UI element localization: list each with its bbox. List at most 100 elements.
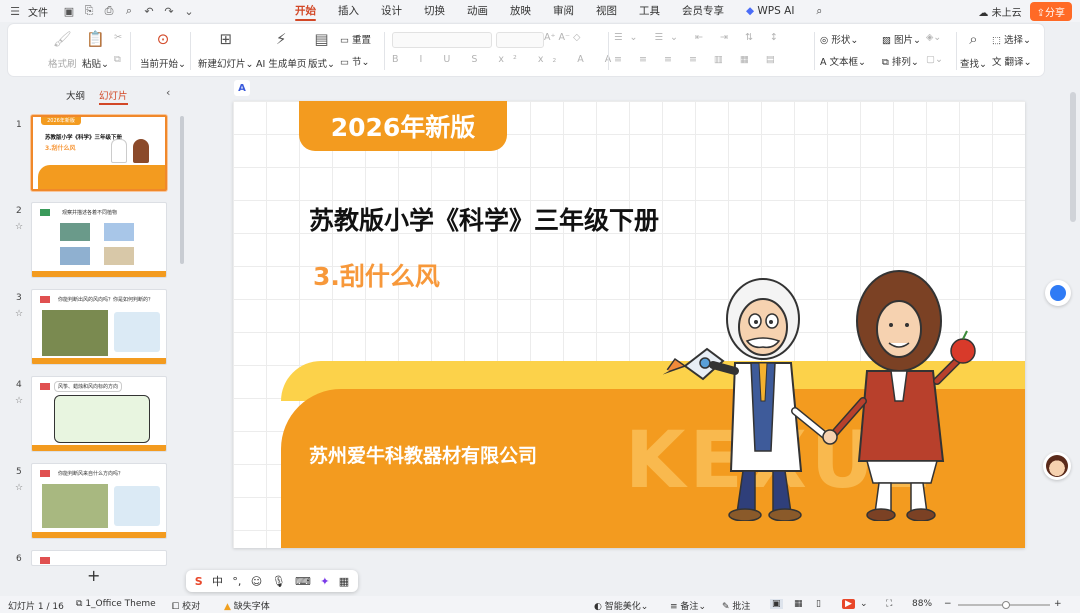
scientist-newton — [829, 270, 976, 521]
tab-member[interactable]: 会员专享 — [671, 0, 735, 22]
menu-icon[interactable]: ☰ — [8, 4, 22, 18]
ai-page-button[interactable]: ⚡ AI 生成单页 — [256, 28, 306, 70]
star-icon[interactable]: ☆ — [15, 309, 23, 319]
tab-review[interactable]: 审阅 — [542, 0, 585, 22]
missing-font-button[interactable]: ▲ 缺失字体 — [224, 599, 270, 612]
tab-wps-ai[interactable]: ◆ WPS AI — [735, 0, 805, 22]
tab-animation[interactable]: 动画 — [456, 0, 499, 22]
from-current-button[interactable]: ⊙ 当前开始⌄ — [140, 28, 186, 70]
search-icon[interactable]: ⌕ — [805, 0, 833, 22]
microphone-icon[interactable]: 🎙 — [272, 575, 286, 588]
normal-view-icon[interactable]: ▣ — [770, 599, 783, 609]
slide-title[interactable]: 苏教版小学《科学》三年级下册 — [309, 201, 659, 237]
star-icon[interactable]: ☆ — [15, 222, 23, 232]
slide-thumbnail-1[interactable]: 2026年新版 苏教版小学《科学》三年级下册 3.刮什么风 — [31, 115, 167, 191]
smart-beautify-button[interactable]: ◐ 智能美化⌄ — [594, 599, 648, 612]
sogou-icon[interactable]: S — [195, 575, 203, 588]
undo-icon[interactable]: ↶ — [142, 4, 156, 18]
cloud-status[interactable]: ☁ 未上云 — [978, 4, 1021, 19]
assistant-button[interactable] — [1045, 280, 1071, 306]
slide-thumbnail-5[interactable]: 你能判断风来自什么方向吗？ — [31, 463, 167, 539]
chevron-down-icon[interactable]: ⌄ — [182, 4, 196, 18]
shape-button[interactable]: ◎ 形状⌄ — [820, 32, 858, 46]
comment-button[interactable]: ✎ 批注 — [722, 599, 750, 612]
share-button[interactable]: ⇪分享 — [1029, 2, 1072, 21]
find-button[interactable]: ⌕ 查找⌄ — [960, 28, 987, 70]
layout-button[interactable]: ▤ 版式⌄ — [308, 28, 335, 70]
section-button[interactable]: ▭ 节⌄ — [340, 54, 370, 68]
paste-button[interactable]: 📋 粘贴⌄ — [82, 28, 109, 70]
select-button[interactable]: ⬚ 选择⌄ — [992, 32, 1031, 46]
outline-icon[interactable]: ▢⌄ — [926, 54, 943, 65]
notes-button[interactable]: ≡ 备注⌄ — [670, 599, 706, 612]
skin-icon[interactable]: ✦ — [320, 575, 329, 588]
grow-font-icon[interactable]: A⁺ A⁻ ◇ — [544, 32, 580, 43]
ime-mode-button[interactable]: 中 — [212, 573, 223, 589]
tab-home[interactable]: 开始 — [284, 0, 327, 22]
proofread-button[interactable]: ⧠ 校对 — [172, 599, 200, 612]
arrange-button[interactable]: ⧉ 排列⌄ — [882, 54, 919, 68]
wps-ai-icon[interactable]: A — [234, 80, 250, 96]
list-icons[interactable]: ☰⌄ ☰⌄ ⇤ ⇥ ⇅ ↕ — [614, 32, 785, 43]
vertical-scrollbar[interactable] — [1070, 92, 1076, 222]
picture-button[interactable]: ▨ 图片⌄ — [882, 32, 921, 46]
tab-transition[interactable]: 切换 — [413, 0, 456, 22]
zoom-level[interactable]: 88% — [912, 599, 932, 609]
translate-button[interactable]: 文 翻译⌄ — [992, 54, 1032, 68]
keyboard-icon[interactable]: ⌨ — [295, 575, 311, 588]
tab-slides[interactable]: 幻灯片 — [99, 88, 128, 105]
new-slide-button[interactable]: ⊞ 新建幻灯片⌄ — [198, 28, 253, 70]
slide-thumbnail-2[interactable]: 观察并描述各着不同植物 — [31, 202, 167, 278]
font-size-select[interactable] — [496, 32, 544, 48]
fill-icon[interactable]: ◈⌄ — [926, 32, 941, 43]
zoom-in-icon[interactable]: + — [1054, 599, 1062, 609]
reading-view-icon[interactable]: ▯ — [816, 599, 821, 609]
panel-scrollbar[interactable] — [180, 116, 184, 264]
shape-label: 形状 — [831, 35, 851, 46]
tab-insert[interactable]: 插入 — [327, 0, 370, 22]
theme-name[interactable]: ⧉ 1_Office Theme — [76, 599, 156, 609]
export-icon[interactable]: ⎘ — [82, 4, 96, 18]
ai-page-label: AI 生成单页 — [256, 59, 307, 70]
tab-tools[interactable]: 工具 — [628, 0, 671, 22]
chevron-down-icon[interactable]: ⌄ — [860, 599, 868, 609]
slide-canvas[interactable]: 2026年新版 苏教版小学《科学》三年级下册 3.刮什么风 KEXUE 苏州爱牛… — [233, 101, 1025, 548]
print-icon[interactable]: ⎙ — [102, 4, 116, 18]
star-icon[interactable]: ☆ — [15, 483, 23, 493]
text-format-icons[interactable]: B I U S x² x₂ A A — [392, 54, 620, 65]
add-slide-button[interactable]: + — [87, 566, 100, 585]
format-painter-button[interactable]: 🖌 格式刷 — [48, 28, 77, 70]
zoom-out-icon[interactable]: − — [944, 599, 952, 609]
slide-subtitle[interactable]: 3.刮什么风 — [313, 257, 440, 293]
textbox-button[interactable]: A 文本框⌄ — [820, 54, 866, 68]
collapse-icon[interactable]: ‹ — [166, 86, 170, 99]
preview-icon[interactable]: ⌕ — [122, 4, 136, 18]
tab-slideshow[interactable]: 放映 — [499, 0, 542, 22]
punctuation-icon[interactable]: °, — [232, 575, 241, 588]
save-icon[interactable]: ▣ — [62, 4, 76, 18]
align-icons[interactable]: ≡ ≡ ≡ ≡ ▥ ▦ ▤ — [614, 54, 782, 65]
tab-outline[interactable]: 大纲 — [66, 88, 85, 102]
star-icon[interactable]: ☆ — [15, 396, 23, 406]
reset-button[interactable]: ▭ 重置 — [340, 32, 371, 46]
zoom-slider-handle[interactable] — [1002, 601, 1010, 609]
cut-icon[interactable]: ✂ — [114, 32, 122, 43]
tab-view[interactable]: 视图 — [585, 0, 628, 22]
company-name[interactable]: 苏州爱牛科教器材有限公司 — [309, 441, 537, 468]
cartoon-scientists[interactable] — [645, 251, 985, 521]
slide-sorter-icon[interactable]: ▦ — [794, 599, 803, 609]
avatar-helper-button[interactable] — [1043, 452, 1071, 480]
copy-icon[interactable]: ⧉ — [114, 54, 121, 65]
grid-icon[interactable]: ▦ — [339, 575, 349, 588]
font-family-select[interactable] — [392, 32, 492, 48]
slide-thumbnail-4[interactable]: 风筝、蜡烛和风向标的方向 — [31, 376, 167, 452]
slide-thumbnail-6[interactable] — [31, 550, 167, 566]
redo-icon[interactable]: ↷ — [162, 4, 176, 18]
play-icon[interactable]: ▶ — [842, 599, 855, 609]
edition-badge[interactable]: 2026年新版 — [299, 101, 507, 151]
fit-window-icon[interactable]: ⛶ — [886, 599, 892, 609]
slide-thumbnail-3[interactable]: 你能判断出风的风向吗？你是如何判断的？ — [31, 289, 167, 365]
file-menu[interactable]: 文件 — [28, 4, 48, 19]
tab-design[interactable]: 设计 — [370, 0, 413, 22]
emoji-icon[interactable]: ☺ — [251, 575, 262, 588]
